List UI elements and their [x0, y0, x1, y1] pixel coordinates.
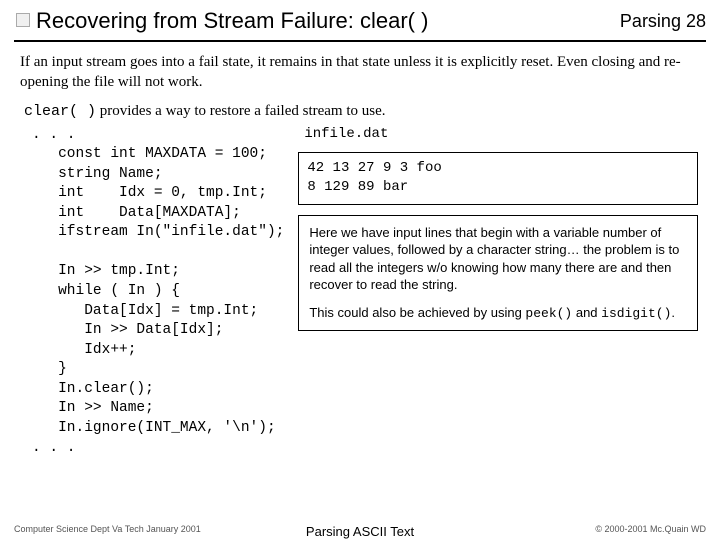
note-peek: peek()	[525, 306, 572, 321]
note-p1: Here we have input lines that begin with…	[309, 225, 679, 293]
note-isdigit: isdigit()	[601, 306, 671, 321]
slide-title: Recovering from Stream Failure: clear( )	[36, 8, 428, 34]
note-p2c: and	[572, 305, 601, 320]
content-row: . . . const int MAXDATA = 100; string Na…	[14, 126, 706, 459]
section-label: Parsing	[620, 11, 681, 31]
title-bullet-icon	[16, 13, 30, 27]
note-p2e: .	[671, 305, 675, 320]
footer: Computer Science Dept Va Tech January 20…	[0, 524, 720, 534]
footer-center: Parsing ASCII Text	[306, 524, 414, 539]
file-contents: 42 13 27 9 3 foo 8 129 89 bar	[298, 152, 698, 205]
slide: Recovering from Stream Failure: clear( )…	[0, 0, 720, 540]
footer-right: © 2000-2001 Mc.Quain WD	[595, 524, 706, 534]
footer-left: Computer Science Dept Va Tech January 20…	[14, 524, 201, 534]
title-wrap: Recovering from Stream Failure: clear( )	[16, 8, 428, 34]
header: Recovering from Stream Failure: clear( )…	[14, 8, 706, 38]
code-block: . . . const int MAXDATA = 100; string Na…	[32, 126, 284, 459]
page-number: 28	[686, 11, 706, 31]
page-marker: Parsing 28	[620, 11, 706, 32]
lead-text: clear( ) provides a way to restore a fai…	[14, 103, 706, 126]
lead-rest: provides a way to restore a failed strea…	[96, 103, 385, 119]
right-column: infile.dat 42 13 27 9 3 foo 8 129 89 bar…	[298, 126, 700, 459]
intro-text: If an input stream goes into a fail stat…	[14, 50, 706, 103]
divider	[14, 40, 706, 42]
note-box: Here we have input lines that begin with…	[298, 215, 698, 332]
note-p2a: This could also be achieved by using	[309, 305, 525, 320]
file-name: infile.dat	[298, 126, 698, 142]
lead-code: clear( )	[24, 103, 96, 120]
